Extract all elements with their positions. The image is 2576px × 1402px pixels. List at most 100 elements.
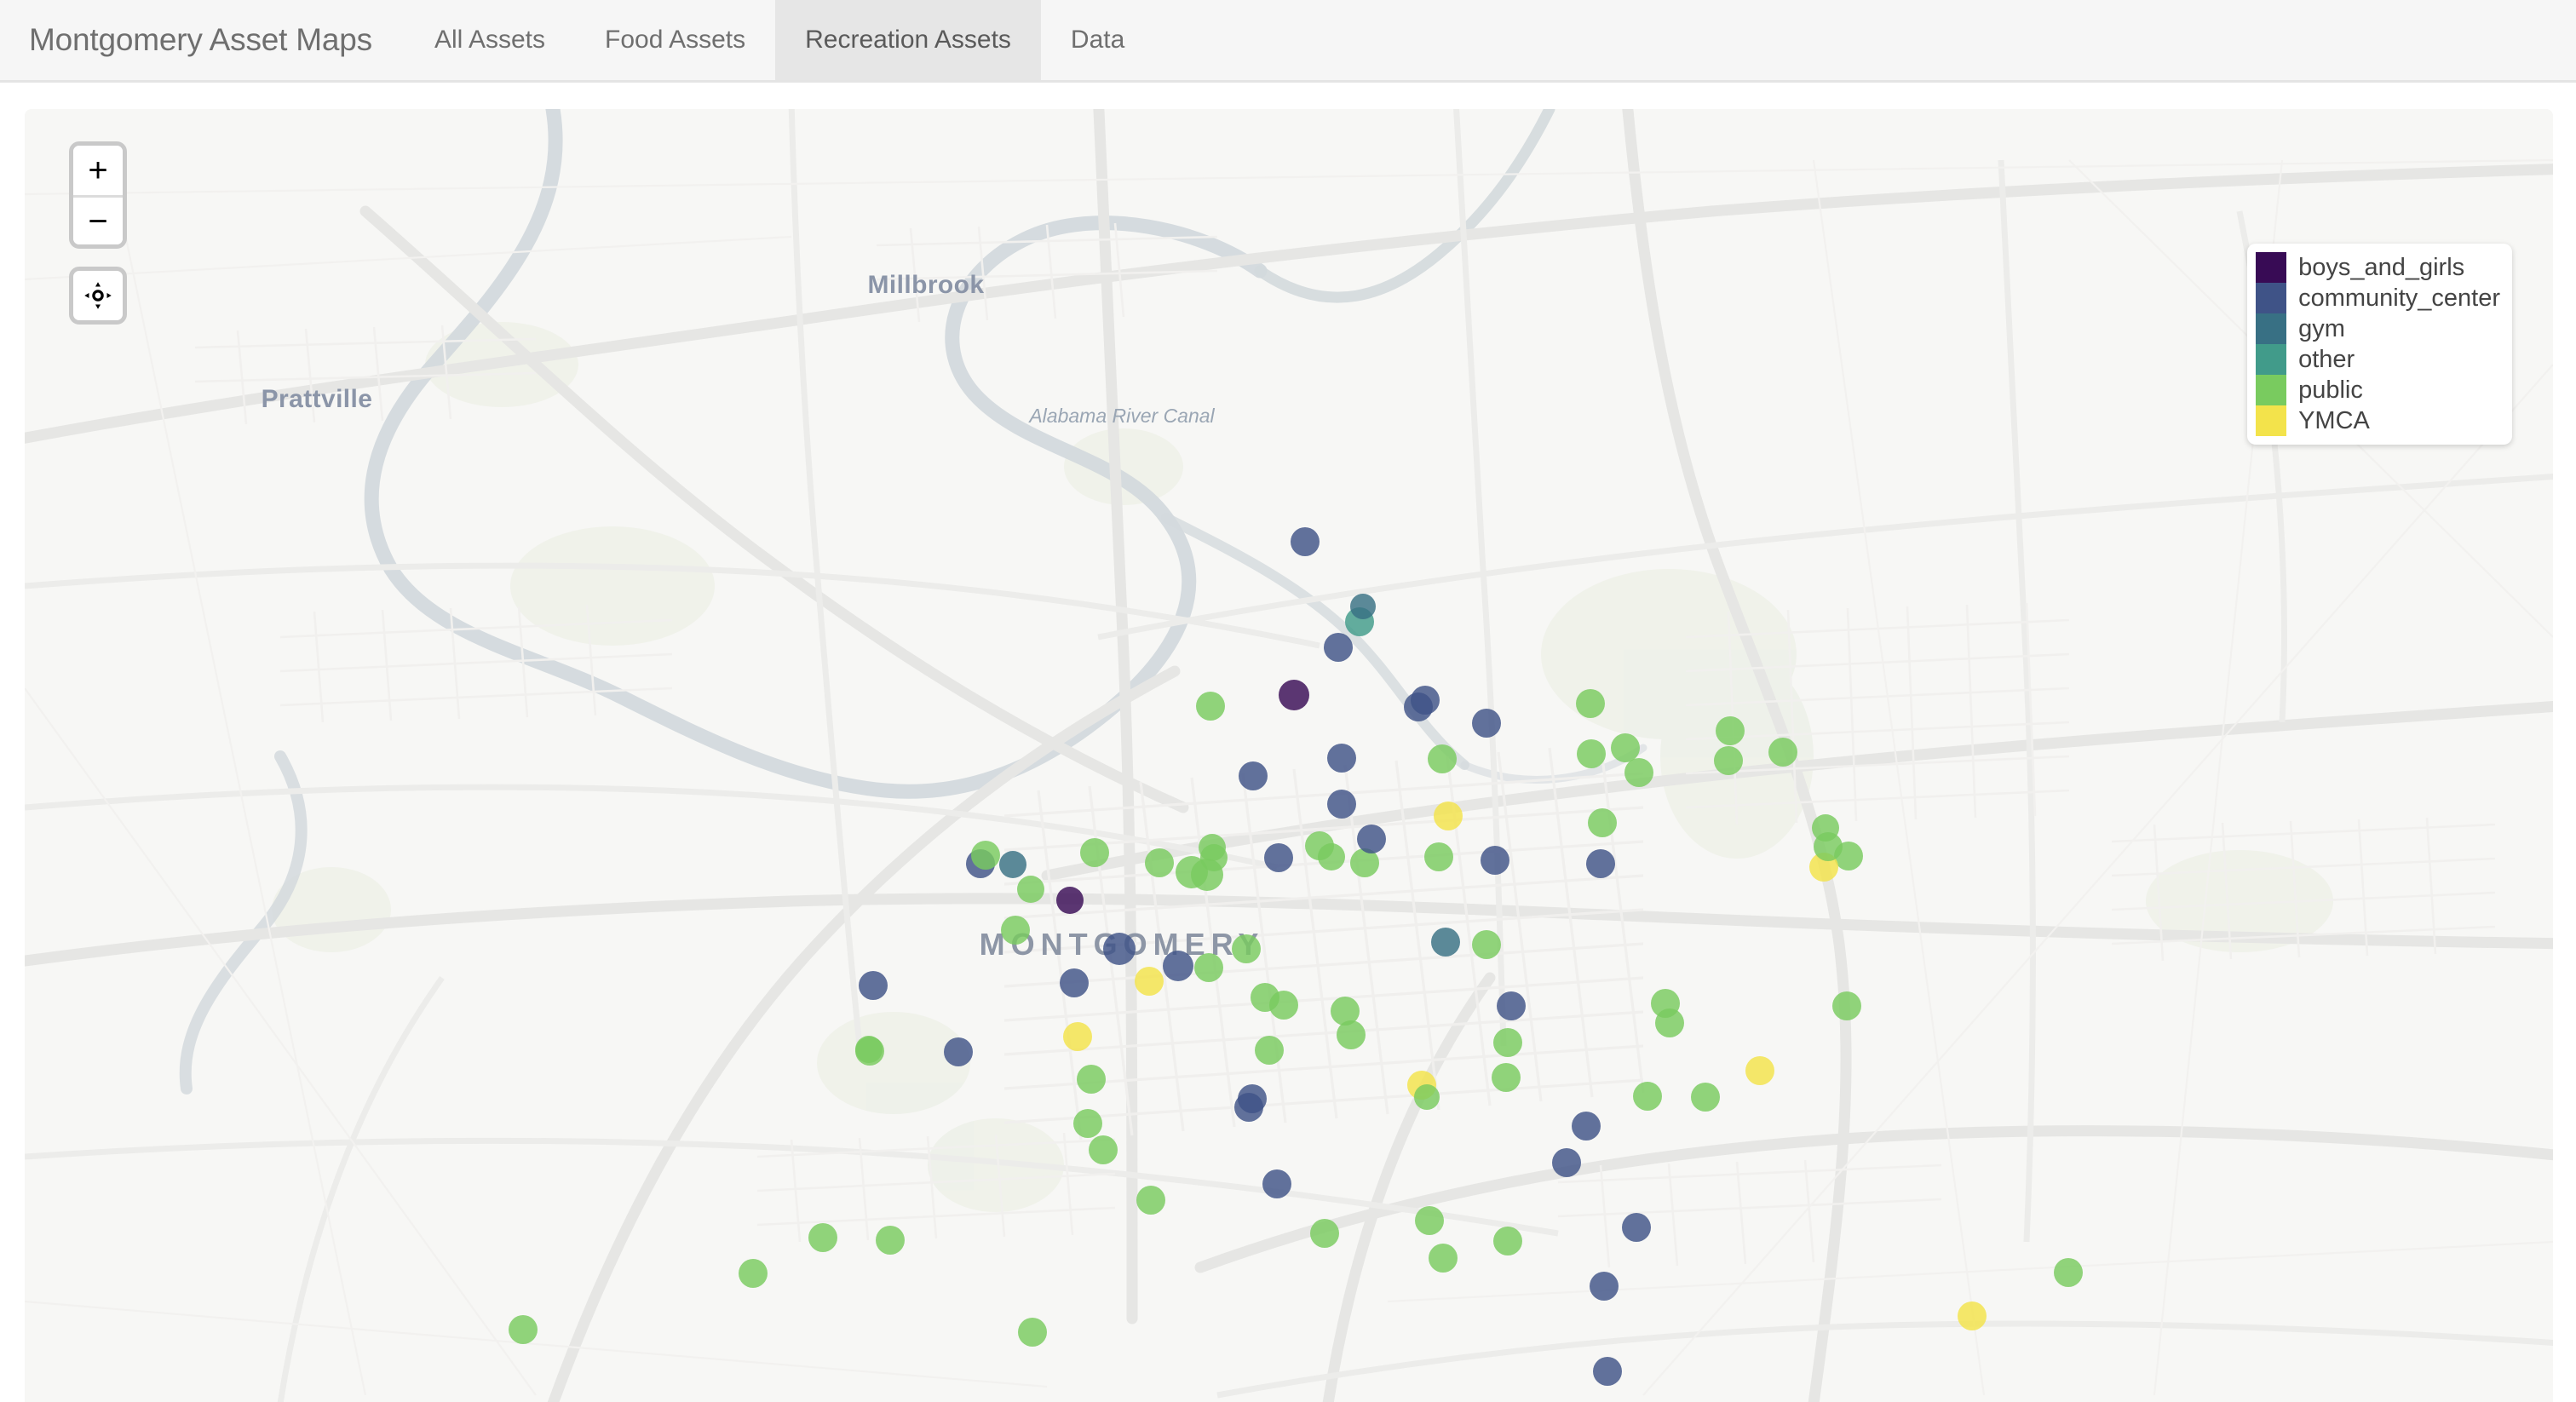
asset-point-public[interactable] [1577, 739, 1606, 768]
map-zoom-controls[interactable]: + − [69, 141, 127, 249]
asset-point-public[interactable] [1576, 689, 1605, 718]
asset-point-community_center[interactable] [1060, 968, 1089, 997]
asset-point-public[interactable] [509, 1315, 538, 1344]
asset-point-YMCA[interactable] [1434, 802, 1463, 830]
asset-point-public[interactable] [1232, 934, 1261, 963]
asset-point-community_center[interactable] [1291, 527, 1320, 556]
nav-tab-all-assets[interactable]: All Assets [405, 0, 575, 80]
asset-point-community_center[interactable] [1234, 1093, 1263, 1122]
asset-point-gym[interactable] [1350, 594, 1376, 619]
asset-point-public[interactable] [1089, 1135, 1118, 1164]
asset-point-public[interactable] [1716, 716, 1745, 745]
asset-point-community_center[interactable] [944, 1037, 973, 1066]
asset-point-public[interactable] [1714, 746, 1743, 775]
asset-point-public[interactable] [1414, 1084, 1440, 1110]
asset-point-YMCA[interactable] [1135, 967, 1164, 996]
asset-point-public[interactable] [1493, 1028, 1522, 1057]
legend-entry[interactable]: gym [2256, 313, 2500, 344]
asset-point-public[interactable] [1337, 1020, 1366, 1049]
asset-point-public[interactable] [1145, 848, 1174, 877]
asset-point-YMCA[interactable] [1063, 1022, 1092, 1051]
asset-point-public[interactable] [1018, 1318, 1047, 1347]
asset-point-YMCA[interactable] [1958, 1301, 1987, 1330]
asset-point-community_center[interactable] [1163, 951, 1193, 981]
asset-point-public[interactable] [1424, 842, 1453, 871]
legend-entry[interactable]: boys_and_girls [2256, 252, 2500, 283]
asset-point-community_center[interactable] [1264, 843, 1293, 872]
asset-point-gym[interactable] [999, 851, 1026, 878]
asset-point-community_center[interactable] [1622, 1213, 1651, 1242]
asset-point-community_center[interactable] [1472, 709, 1501, 738]
asset-point-public[interactable] [1255, 1036, 1284, 1065]
asset-point-community_center[interactable] [1497, 991, 1526, 1020]
asset-point-gym[interactable] [1431, 928, 1460, 957]
asset-point-public[interactable] [1194, 953, 1223, 982]
zoom-in-button[interactable]: + [73, 146, 123, 195]
asset-point-public[interactable] [1832, 991, 1861, 1020]
asset-point-community_center[interactable] [1481, 846, 1509, 875]
asset-point-community_center[interactable] [1327, 790, 1356, 819]
asset-point-public[interactable] [2054, 1258, 2083, 1287]
asset-point-public[interactable] [1633, 1082, 1662, 1111]
asset-point-public[interactable] [1073, 1109, 1102, 1138]
asset-point-public[interactable] [1269, 991, 1298, 1020]
asset-point-community_center[interactable] [1590, 1272, 1619, 1301]
asset-point-boys_and_girls[interactable] [1056, 887, 1084, 914]
asset-point-public[interactable] [1080, 838, 1109, 867]
crosshair-locate-icon [84, 282, 112, 309]
legend-entry[interactable]: public [2256, 375, 2500, 405]
asset-point-public[interactable] [1768, 738, 1797, 767]
zoom-out-button[interactable]: − [73, 195, 123, 244]
legend-color-swatch [2256, 252, 2287, 283]
interactive-map[interactable]: MillbrookPrattvilleAlabama River CanalMO… [25, 109, 2553, 1402]
legend-entry[interactable]: community_center [2256, 283, 2500, 313]
nav-tab-recreation-assets[interactable]: Recreation Assets [775, 0, 1041, 80]
asset-point-public[interactable] [739, 1259, 768, 1288]
legend-color-swatch [2256, 375, 2287, 405]
asset-point-public[interactable] [1415, 1206, 1444, 1235]
asset-point-public[interactable] [1472, 930, 1501, 959]
geolocate-button[interactable] [69, 267, 127, 325]
asset-point-YMCA[interactable] [1745, 1056, 1774, 1085]
asset-point-public[interactable] [1492, 1063, 1521, 1092]
asset-point-community_center[interactable] [1103, 933, 1136, 965]
asset-point-public[interactable] [1588, 808, 1617, 837]
asset-point-public[interactable] [1199, 834, 1226, 861]
asset-point-boys_and_girls[interactable] [1279, 680, 1309, 710]
asset-point-public[interactable] [1077, 1065, 1106, 1094]
nav-tab-food-assets[interactable]: Food Assets [575, 0, 775, 80]
asset-point-public[interactable] [808, 1223, 837, 1252]
asset-point-community_center[interactable] [1324, 633, 1353, 662]
asset-point-community_center[interactable] [1262, 1169, 1291, 1198]
nav-tab-data[interactable]: Data [1041, 0, 1154, 80]
legend-entry[interactable]: other [2256, 344, 2500, 375]
asset-point-community_center[interactable] [1572, 1112, 1601, 1141]
asset-point-community_center[interactable] [1586, 849, 1615, 878]
asset-point-community_center[interactable] [1552, 1148, 1581, 1177]
asset-point-public[interactable] [1493, 1227, 1522, 1255]
asset-point-community_center[interactable] [1327, 744, 1356, 773]
asset-point-community_center[interactable] [1593, 1357, 1622, 1386]
legend-entry[interactable]: YMCA [2256, 405, 2500, 436]
asset-point-public[interactable] [1001, 916, 1030, 945]
legend-color-swatch [2256, 344, 2287, 375]
asset-point-public[interactable] [876, 1226, 905, 1255]
legend-color-swatch [2256, 313, 2287, 344]
asset-point-public[interactable] [971, 841, 1000, 870]
asset-point-public[interactable] [1017, 876, 1044, 903]
asset-point-public[interactable] [1691, 1083, 1720, 1112]
asset-point-public[interactable] [1136, 1186, 1165, 1215]
asset-point-public[interactable] [855, 1036, 883, 1063]
asset-point-public[interactable] [1429, 1244, 1458, 1273]
asset-point-community_center[interactable] [1239, 761, 1268, 790]
asset-point-public[interactable] [1624, 758, 1653, 787]
asset-point-public[interactable] [1318, 843, 1345, 871]
asset-point-public[interactable] [1196, 692, 1225, 721]
asset-point-public[interactable] [1655, 1008, 1684, 1037]
asset-point-community_center[interactable] [1357, 825, 1386, 853]
asset-point-public[interactable] [1310, 1219, 1339, 1248]
asset-point-community_center[interactable] [1411, 686, 1440, 715]
asset-point-community_center[interactable] [859, 971, 888, 1000]
asset-point-public[interactable] [1812, 814, 1839, 842]
asset-point-public[interactable] [1428, 744, 1457, 773]
